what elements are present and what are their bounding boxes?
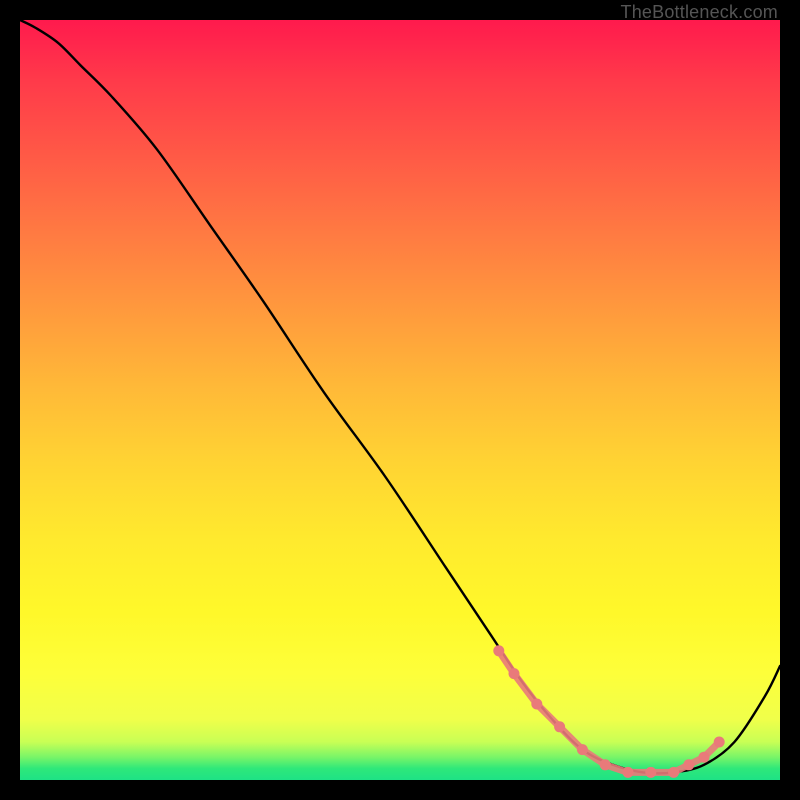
highlight-dot xyxy=(683,759,694,770)
highlight-dot xyxy=(577,744,588,755)
highlight-dot xyxy=(699,752,710,763)
highlight-dot xyxy=(645,767,656,778)
highlight-dot xyxy=(493,645,504,656)
plot-area xyxy=(20,20,780,780)
highlight-dots xyxy=(493,645,724,778)
highlight-dot xyxy=(531,699,542,710)
highlight-dot xyxy=(509,668,520,679)
main-curve xyxy=(20,20,780,773)
highlight-dot xyxy=(714,737,725,748)
highlight-dot xyxy=(623,767,634,778)
highlight-dot xyxy=(554,721,565,732)
highlight-dot xyxy=(668,767,679,778)
chart-svg xyxy=(20,20,780,780)
highlight-dot xyxy=(600,759,611,770)
highlight-stroke xyxy=(499,651,719,773)
chart-frame: TheBottleneck.com xyxy=(0,0,800,800)
